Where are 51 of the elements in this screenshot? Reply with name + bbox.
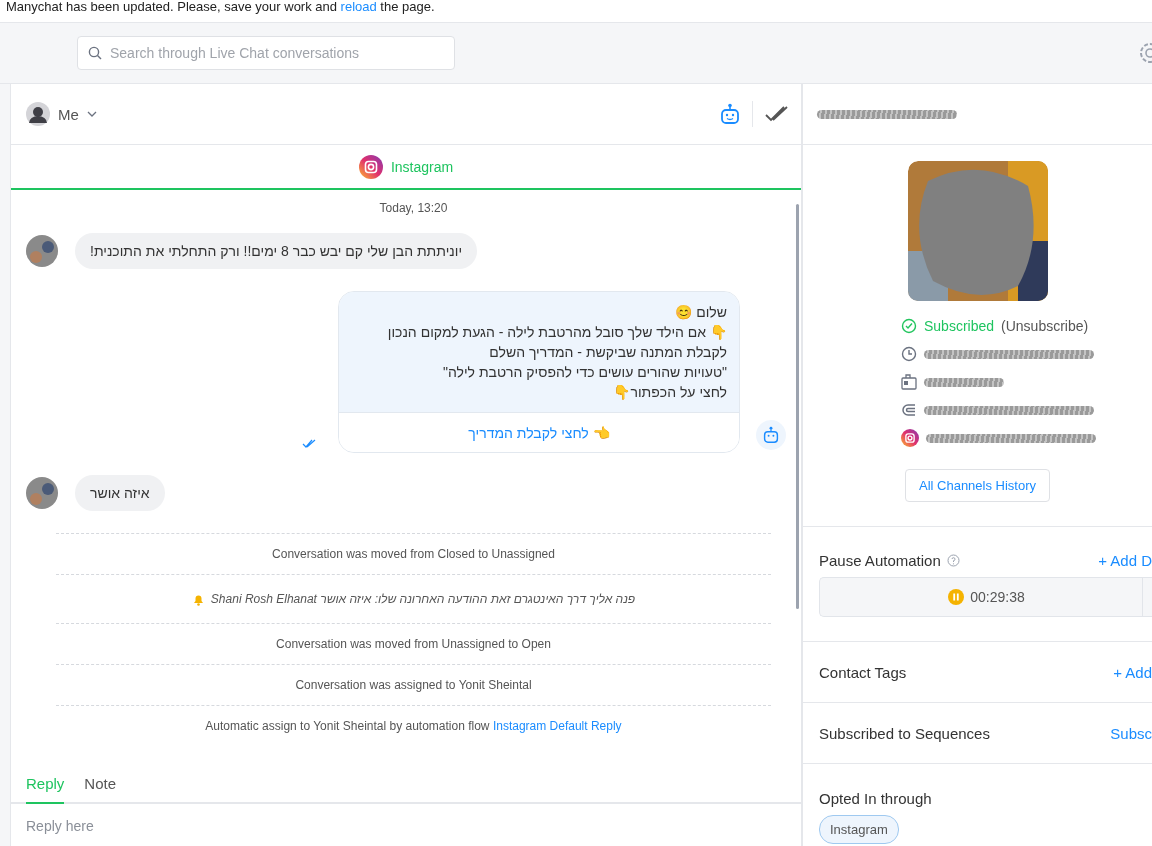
id-card-icon	[901, 374, 917, 390]
scrollbar[interactable]	[796, 204, 799, 609]
subscription-status: Subscribed	[924, 318, 995, 334]
unsubscribe-link[interactable]: (Unsubscribe)	[1001, 318, 1089, 334]
bot-icon[interactable]	[720, 103, 740, 125]
event-text: Conversation was assigned to Yonit Sheintal	[295, 678, 532, 692]
search-icon	[88, 46, 102, 60]
instagram-icon	[901, 429, 919, 447]
event-text: Conversation was moved from Closed to Unassigned	[272, 547, 555, 561]
add-link[interactable]: + Add	[1113, 663, 1152, 681]
clock-icon	[901, 346, 917, 362]
avatar-icon	[26, 102, 50, 126]
bot-icon	[763, 426, 779, 444]
reload-link[interactable]: reload	[340, 0, 377, 14]
channels-history-button[interactable]: All Channels History	[904, 469, 1050, 502]
notification-text: פנה אליך דרך האינטגרם זאת ההודעה האחרונה שלו: איזה אושר Shani Rosh Elhanat	[210, 592, 636, 606]
event-text: Automatic assign to Yonit Sheintal by automation flow Instagram Default Reply	[205, 719, 622, 733]
double-check-icon[interactable]	[765, 106, 789, 122]
check-circle-icon	[901, 318, 917, 334]
section-title: Subscribed to Sequences	[819, 724, 990, 742]
event-text: Conversation was moved from Unassigned to Open	[276, 637, 551, 651]
search-field[interactable]: Search through Live Chat conversations	[77, 36, 455, 70]
magnet-icon	[901, 402, 917, 418]
chevron-down-icon	[86, 111, 97, 117]
message-line: לחצי על הכפתור👇	[612, 383, 727, 402]
composer-tab[interactable]: Note	[84, 767, 117, 804]
message-bubble: יוניתתת הבן שלי קם יבש כבר 8 ימים!! ורק התחלתי את התוכנית!	[75, 233, 477, 269]
help-icon[interactable]	[946, 554, 960, 567]
timer-field: 00:29:38	[819, 577, 1152, 617]
message-line: "טעויות שהורים עושים כדי להפסיק הרטבת לילה"	[441, 363, 727, 382]
update-notice: Manychat has been updated. Please, save your work and reload the page.	[6, 0, 435, 14]
avatar-icon	[26, 477, 58, 509]
section-title: Pause Automation	[819, 552, 941, 569]
message-line: 👇 אם הילד שלך סובל מהרטבת לילה - הגעת למקום הנכון	[386, 323, 727, 342]
pause-icon[interactable]	[948, 589, 965, 605]
instagram-icon	[358, 154, 383, 179]
add-link[interactable]: Subsc	[1110, 724, 1152, 742]
read-receipt-icon	[302, 439, 316, 448]
message-line: לקבלת המתנה שביקשת - המדריך השלם	[488, 343, 727, 362]
assignee-dropdown[interactable]: Me	[26, 102, 97, 126]
section-title: Contact Tags	[819, 663, 907, 681]
channel-chip: Instagram	[819, 815, 899, 844]
date-label: Today, 13:20	[378, 201, 449, 215]
add-link[interactable]: + Add D	[1098, 552, 1152, 569]
section-title: Opted In through	[819, 790, 932, 807]
flow-link[interactable]: Instagram Default Reply	[492, 719, 622, 733]
avatar-icon	[26, 235, 58, 267]
message-bubble: איזה אושר	[75, 475, 165, 511]
channel-tab[interactable]: Instagram	[358, 145, 454, 188]
message-button[interactable]: 👈 לחצי לקבלת המדריך	[339, 412, 739, 452]
message-line: שלום 😊	[674, 303, 727, 322]
